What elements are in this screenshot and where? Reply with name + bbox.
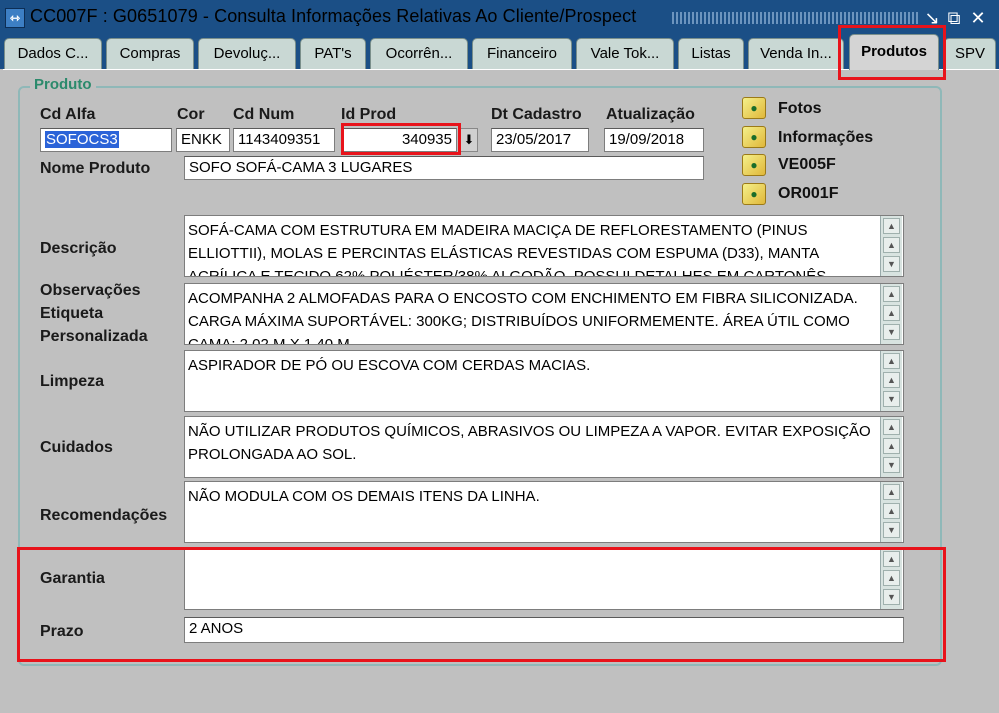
scroll-top-icon[interactable]: ▲ <box>883 353 900 369</box>
fotos-icon[interactable]: ● <box>742 97 766 119</box>
scroll-top-icon[interactable]: ▲ <box>883 286 900 302</box>
label-observacoes: Observações <box>40 282 141 299</box>
window-title: CC007F : G0651079 - Consulta Informações… <box>30 6 637 26</box>
tab-vale-tok[interactable]: Vale Tok... <box>576 38 674 69</box>
observacoes-textarea[interactable]: ACOMPANHA 2 ALMOFADAS PARA O ENCOSTO COM… <box>184 283 904 345</box>
label-descricao: Descrição <box>40 240 117 257</box>
highlight-id-prod <box>341 123 461 155</box>
scroll-top-icon[interactable]: ▲ <box>883 218 900 234</box>
tab-ocorrencias[interactable]: Ocorrên... <box>370 38 468 69</box>
scroll-top-icon[interactable]: ▲ <box>883 419 900 435</box>
cor-field[interactable]: ENKK <box>176 128 230 152</box>
tab-dados-cliente[interactable]: Dados C... <box>4 38 102 69</box>
or001f-icon[interactable]: ● <box>742 183 766 205</box>
tab-spv[interactable]: SPV <box>944 38 996 69</box>
limpeza-textarea[interactable]: ASPIRADOR DE PÓ OU ESCOVA COM CERDAS MAC… <box>184 350 904 412</box>
tab-devolucoes[interactable]: Devoluç... <box>198 38 296 69</box>
scroll-top-icon[interactable]: ▲ <box>883 484 900 500</box>
scroll-page-icon[interactable]: ▲ <box>883 237 900 253</box>
descricao-scrollbar[interactable]: ▲ ▲ ▼ <box>880 216 902 276</box>
link-fotos[interactable]: Fotos <box>778 100 822 118</box>
label-recomendacoes: Recomendações <box>40 507 168 524</box>
observacoes-scrollbar[interactable]: ▲ ▲ ▼ <box>880 284 902 344</box>
label-atualizacao: Atualização <box>606 106 695 123</box>
link-informacoes[interactable]: Informações <box>778 129 873 147</box>
highlight-produtos-tab <box>838 25 946 80</box>
descricao-textarea[interactable]: SOFÁ-CAMA COM ESTRUTURA EM MADEIRA MACIÇ… <box>184 215 904 277</box>
cd-alfa-field[interactable]: SOFOCS3 <box>40 128 172 152</box>
scroll-down-icon[interactable]: ▼ <box>883 324 900 340</box>
maximize-icon[interactable]: ⧉ <box>944 7 964 29</box>
cd-num-field[interactable]: 1143409351 <box>233 128 335 152</box>
scroll-page-icon[interactable]: ▲ <box>883 305 900 321</box>
tab-compras[interactable]: Compras <box>106 38 194 69</box>
limpeza-scrollbar[interactable]: ▲ ▲ ▼ <box>880 351 902 411</box>
close-icon[interactable]: ✕ <box>968 7 988 29</box>
label-cuidados: Cuidados <box>40 439 113 456</box>
tab-venda-internet[interactable]: Venda In... <box>748 38 844 69</box>
label-etiqueta: Etiqueta <box>40 305 104 322</box>
nome-produto-field[interactable]: SOFO SOFÁ-CAMA 3 LUGARES <box>184 156 704 180</box>
group-title: Produto <box>30 76 96 93</box>
ve005f-icon[interactable]: ● <box>742 154 766 176</box>
informacoes-icon[interactable]: ● <box>742 126 766 148</box>
label-id-prod: Id Prod <box>341 106 397 123</box>
cuidados-scrollbar[interactable]: ▲ ▲ ▼ <box>880 417 902 477</box>
link-ve005f[interactable]: VE005F <box>778 156 836 174</box>
recomendacoes-textarea[interactable]: NÃO MODULA COM OS DEMAIS ITENS DA LINHA. <box>184 481 904 543</box>
scroll-page-icon[interactable]: ▲ <box>883 438 900 454</box>
label-cd-num: Cd Num <box>233 106 295 123</box>
cuidados-textarea[interactable]: NÃO UTILIZAR PRODUTOS QUÍMICOS, ABRASIVO… <box>184 416 904 478</box>
tab-pats[interactable]: PAT's <box>300 38 366 69</box>
download-icon[interactable]: ⬇ <box>460 128 478 152</box>
scroll-page-icon[interactable]: ▲ <box>883 503 900 519</box>
recomendacoes-scrollbar[interactable]: ▲ ▲ ▼ <box>880 482 902 542</box>
scroll-down-icon[interactable]: ▼ <box>883 391 900 407</box>
label-cd-alfa: Cd Alfa <box>40 106 96 123</box>
scroll-down-icon[interactable]: ▼ <box>883 256 900 272</box>
link-or001f[interactable]: OR001F <box>778 185 838 203</box>
tab-listas[interactable]: Listas <box>678 38 744 69</box>
atualizacao-field[interactable]: 19/09/2018 <box>604 128 704 152</box>
label-personalizada: Personalizada <box>40 328 148 345</box>
app-icon: ⇿ <box>5 8 25 28</box>
dt-cadastro-field[interactable]: 23/05/2017 <box>491 128 589 152</box>
title-bar-grip <box>672 12 918 24</box>
label-cor: Cor <box>177 106 205 123</box>
label-dt-cadastro: Dt Cadastro <box>491 106 582 123</box>
scroll-page-icon[interactable]: ▲ <box>883 372 900 388</box>
highlight-garantia-prazo <box>17 547 946 662</box>
label-limpeza: Limpeza <box>40 373 105 390</box>
label-nome-produto: Nome Produto <box>40 160 151 177</box>
scroll-down-icon[interactable]: ▼ <box>883 457 900 473</box>
scroll-down-icon[interactable]: ▼ <box>883 522 900 538</box>
tab-financeiro[interactable]: Financeiro <box>472 38 572 69</box>
